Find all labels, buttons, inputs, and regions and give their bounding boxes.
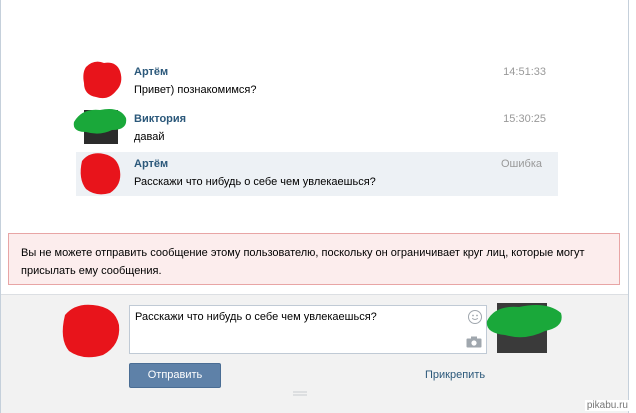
message-item-failed[interactable]: Артём Расскажи что нибудь о себе чем увл… bbox=[76, 152, 558, 196]
message-error-status: Ошибка bbox=[501, 158, 542, 170]
recipient-avatar[interactable] bbox=[486, 303, 562, 353]
message-time[interactable]: 15:30:25 bbox=[503, 113, 546, 125]
send-button[interactable]: Отправить bbox=[129, 363, 221, 388]
resize-handle[interactable] bbox=[293, 391, 307, 396]
message-text: давай bbox=[134, 131, 165, 143]
message-author[interactable]: Артём bbox=[134, 158, 168, 170]
reply-composer: Расскажи что нибудь о себе чем увлекаешь… bbox=[1, 294, 628, 413]
avatar[interactable] bbox=[83, 61, 122, 99]
frame-border-right bbox=[628, 0, 629, 413]
message-time[interactable]: 14:51:33 bbox=[503, 66, 546, 78]
message-author[interactable]: Артём bbox=[134, 66, 168, 78]
avatar[interactable] bbox=[73, 109, 127, 144]
attach-link[interactable]: Прикрепить bbox=[425, 369, 485, 381]
my-avatar-scribble-red bbox=[62, 304, 120, 358]
message-item[interactable]: Виктория давай 15:30:25 bbox=[73, 107, 558, 151]
message-text: Расскажи что нибудь о себе чем увлекаешь… bbox=[134, 176, 376, 188]
message-author[interactable]: Виктория bbox=[134, 113, 186, 125]
error-notice: Вы не можете отправить сообщение этому п… bbox=[8, 233, 620, 285]
avatar[interactable] bbox=[80, 153, 121, 195]
dialog-page: Артём Привет) познакомимся? 14:51:33 Вик… bbox=[0, 0, 636, 413]
smile-icon[interactable] bbox=[468, 310, 482, 324]
recipient-avatar-scribble-green bbox=[486, 305, 562, 338]
watermark: pikabu.ru bbox=[584, 400, 630, 411]
error-notice-text: Вы не можете отправить сообщение этому п… bbox=[21, 247, 585, 277]
reply-input[interactable]: Расскажи что нибудь о себе чем увлекаешь… bbox=[129, 305, 487, 354]
avatar-scribble-red bbox=[80, 153, 121, 195]
message-text: Привет) познакомимся? bbox=[134, 84, 257, 96]
reply-input-text: Расскажи что нибудь о себе чем увлекаешь… bbox=[135, 311, 377, 323]
avatar-photo bbox=[84, 110, 118, 144]
avatar-scribble-red bbox=[83, 61, 122, 99]
camera-icon[interactable] bbox=[466, 336, 482, 348]
message-item[interactable]: Артём Привет) познакомимся? 14:51:33 bbox=[76, 60, 558, 104]
